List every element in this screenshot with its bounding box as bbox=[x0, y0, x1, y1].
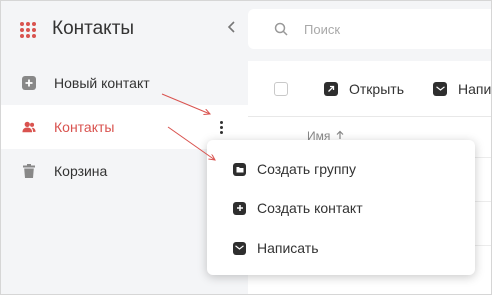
context-menu: Создать группу Создать контакт Написать bbox=[207, 140, 475, 275]
users-icon bbox=[22, 120, 36, 134]
open-button[interactable]: Открыть bbox=[324, 79, 404, 99]
plus-square-icon bbox=[22, 76, 36, 90]
plus-icon bbox=[233, 201, 246, 215]
envelope-icon bbox=[233, 241, 246, 255]
search-bar bbox=[248, 9, 491, 49]
sidebar-item-label: Новый контакт bbox=[54, 75, 150, 91]
menu-item-create-contact[interactable]: Создать контакт bbox=[207, 188, 475, 228]
menu-item-create-group[interactable]: Создать группу bbox=[207, 149, 475, 189]
menu-item-label: Создать группу bbox=[257, 161, 356, 177]
open-button-label: Открыть bbox=[349, 81, 404, 97]
folder-icon bbox=[233, 162, 246, 176]
search-icon bbox=[274, 22, 288, 41]
menu-item-label: Создать контакт bbox=[257, 200, 363, 216]
sidebar-item-label: Корзина bbox=[54, 163, 108, 179]
sidebar-item-label: Контакты bbox=[54, 119, 115, 135]
sidebar-item-new-contact[interactable]: Новый контакт bbox=[1, 61, 248, 105]
apps-grid-icon[interactable] bbox=[20, 22, 36, 38]
write-button[interactable]: Напи bbox=[433, 79, 491, 99]
toolbar: Открыть Напи bbox=[248, 61, 491, 117]
trash-icon bbox=[22, 164, 36, 178]
chevron-left-icon[interactable] bbox=[227, 20, 237, 39]
app-header: Контакты bbox=[1, 1, 248, 59]
external-link-icon bbox=[324, 82, 338, 96]
app-title: Контакты bbox=[52, 18, 135, 39]
write-button-label: Напи bbox=[458, 81, 492, 97]
menu-item-write[interactable]: Написать bbox=[207, 228, 475, 268]
envelope-icon bbox=[433, 82, 447, 96]
menu-item-label: Написать bbox=[257, 240, 319, 256]
contacts-window: Контакты Новый контакт Контакты Корзина bbox=[0, 0, 492, 295]
search-input[interactable] bbox=[304, 19, 474, 39]
more-options-icon[interactable] bbox=[214, 116, 228, 138]
select-all-checkbox[interactable] bbox=[274, 82, 288, 96]
